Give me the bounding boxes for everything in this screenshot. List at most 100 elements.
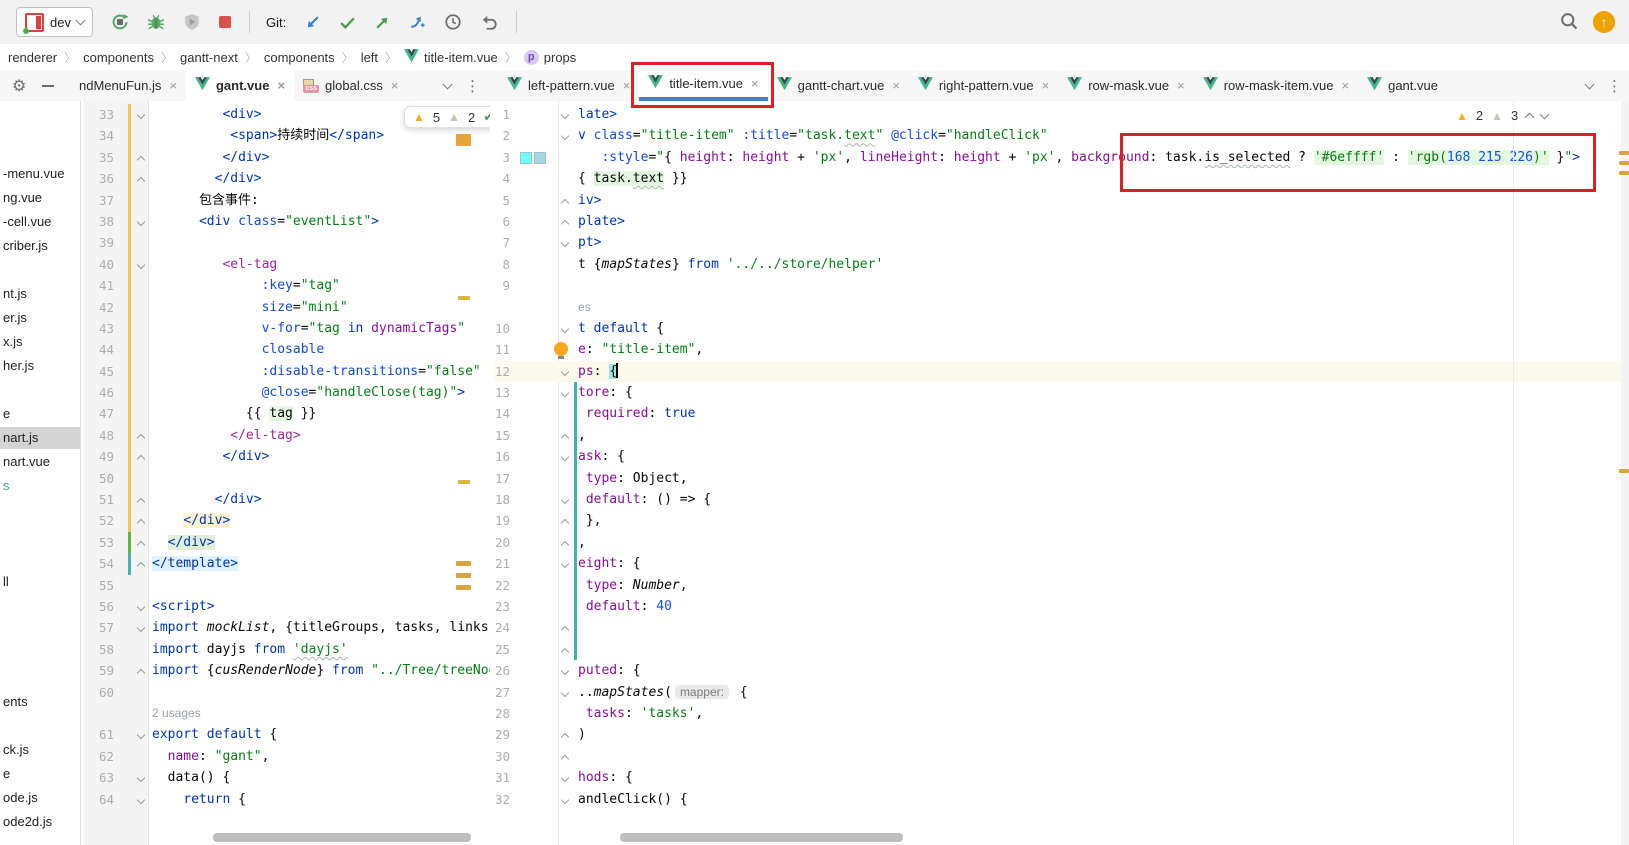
fold-icon[interactable] [136, 211, 148, 232]
project-tree-item[interactable]: ng.vue [0, 187, 81, 209]
breadcrumb-item[interactable]: renderer [4, 50, 61, 65]
tab-row-mask.vue[interactable]: row-mask.vue× [1058, 70, 1194, 101]
breadcrumb-item[interactable]: components [260, 50, 339, 65]
fold-icon[interactable] [136, 168, 148, 189]
project-tree-item[interactable]: her.js [0, 355, 81, 377]
fold-icon[interactable] [560, 190, 572, 211]
tab-ndMenuFun.js[interactable]: ndMenuFun.js× [70, 70, 186, 101]
close-icon[interactable]: × [1042, 78, 1050, 93]
close-icon[interactable]: × [391, 78, 399, 93]
fold-icon[interactable] [560, 446, 572, 467]
fold-icon[interactable] [136, 489, 148, 510]
kebab-menu-icon[interactable]: ⋮ [465, 77, 480, 95]
history-icon[interactable] [444, 13, 462, 31]
fold-icon[interactable] [560, 510, 572, 531]
tab-title-item.vue[interactable]: title-item.vue× [639, 70, 767, 101]
fold-icon[interactable] [560, 746, 572, 767]
fold-icon[interactable] [136, 553, 148, 574]
tab-row-mask-item.vue[interactable]: row-mask-item.vue× [1194, 70, 1358, 101]
fold-icon[interactable] [136, 104, 148, 125]
breadcrumb-item[interactable]: gantt-next [176, 50, 242, 65]
fold-icon[interactable] [560, 232, 572, 253]
fold-icon[interactable] [136, 724, 148, 745]
breadcrumb-item[interactable]: left [357, 50, 382, 65]
hide-panel-icon[interactable] [42, 85, 54, 87]
project-tree-item[interactable]: ode2d.js [0, 811, 81, 833]
color-swatch[interactable] [520, 152, 532, 164]
inspections-widget[interactable]: ▲2 ▲3 [1448, 106, 1556, 125]
stripe-marker[interactable] [1619, 161, 1629, 165]
stripe-marker[interactable] [1619, 171, 1629, 175]
close-icon[interactable]: × [892, 78, 900, 93]
project-tree-item[interactable]: nart.vue [0, 451, 81, 473]
project-tree-item[interactable]: ents [0, 691, 81, 713]
close-icon[interactable]: × [1177, 78, 1185, 93]
fold-icon[interactable] [560, 211, 572, 232]
tab-gantt-chart.vue[interactable]: gantt-chart.vue× [768, 70, 909, 101]
stripe-marker[interactable] [1619, 469, 1629, 473]
close-icon[interactable]: × [623, 78, 631, 93]
tab-gant.vue[interactable]: gant.vue [1358, 70, 1447, 101]
run-with-coverage-button[interactable] [183, 13, 201, 31]
stripe-marker[interactable] [456, 573, 471, 578]
fold-icon[interactable] [560, 767, 572, 788]
breadcrumb-item[interactable]: title-item.vue [400, 49, 502, 66]
vertical-scrollbar[interactable] [1621, 101, 1629, 845]
stripe-marker[interactable] [456, 585, 471, 590]
update-notification-badge[interactable]: ↑ [1593, 11, 1615, 33]
project-tree-item[interactable]: criber.js [0, 235, 81, 257]
fold-icon[interactable] [136, 767, 148, 788]
fold-icon[interactable] [136, 446, 148, 467]
fold-icon[interactable] [560, 724, 572, 745]
fold-icon[interactable] [560, 639, 572, 660]
color-swatch[interactable] [534, 152, 546, 164]
tab-global.css[interactable]: cssglobal.css× [294, 70, 407, 101]
stop-button[interactable] [219, 16, 231, 28]
fold-icon[interactable] [560, 682, 572, 703]
fold-icon[interactable] [560, 489, 572, 510]
left-editor[interactable]: 33 <div>34 <span>持续时间</span>35 </div>36 … [84, 101, 490, 845]
git-push-button[interactable] [374, 14, 391, 31]
fold-icon[interactable] [136, 532, 148, 553]
rollback-icon[interactable] [480, 13, 498, 31]
gear-icon[interactable]: ⚙ [12, 76, 26, 96]
rerun-button[interactable] [111, 13, 129, 31]
tab-right-pattern.vue[interactable]: right-pattern.vue× [909, 70, 1058, 101]
fold-icon[interactable] [136, 617, 148, 638]
breadcrumb-item[interactable]: components [79, 50, 158, 65]
breadcrumb-item[interactable]: pprops [520, 50, 581, 65]
fold-icon[interactable] [560, 361, 572, 382]
project-tree-item[interactable]: s [0, 475, 81, 497]
project-tree-item[interactable]: nt.js [0, 283, 81, 305]
fold-icon[interactable] [136, 147, 148, 168]
project-tree-item[interactable]: x.js [0, 331, 81, 353]
git-fetch-button[interactable] [409, 14, 426, 31]
inspections-widget[interactable]: ▲5 ▲2 ✔4 [404, 106, 490, 128]
fold-icon[interactable] [136, 596, 148, 617]
project-tree-item[interactable]: -menu.vue [0, 163, 81, 185]
fold-icon[interactable] [560, 104, 572, 125]
tab-gant.vue[interactable]: gant.vue× [186, 70, 294, 101]
search-everywhere-icon[interactable] [1559, 11, 1579, 34]
fold-icon[interactable] [136, 254, 148, 275]
stripe-marker[interactable] [456, 134, 471, 146]
close-icon[interactable]: × [277, 78, 285, 93]
tab-left-pattern.vue[interactable]: left-pattern.vue× [498, 70, 639, 101]
fold-icon[interactable] [136, 510, 148, 531]
run-configuration-select[interactable]: dev [16, 7, 93, 37]
chevron-down-icon[interactable] [443, 79, 453, 89]
fold-icon[interactable] [136, 425, 148, 446]
fold-icon[interactable] [136, 660, 148, 681]
project-tree-item[interactable]: e [0, 763, 81, 785]
project-tree-item[interactable]: -cell.vue [0, 211, 81, 233]
stripe-marker[interactable] [1619, 151, 1629, 155]
project-tree-item[interactable]: ck.js [0, 739, 81, 761]
close-icon[interactable]: × [169, 78, 177, 93]
close-icon[interactable]: × [751, 76, 759, 91]
fold-icon[interactable] [560, 382, 572, 403]
project-tree-item[interactable]: e [0, 403, 81, 425]
fold-icon[interactable] [560, 789, 572, 810]
stripe-marker[interactable] [458, 296, 470, 300]
project-tree-panel[interactable]: -menu.vueng.vue-cell.vuecriber.jsnt.jser… [0, 101, 81, 845]
prev-issue-icon[interactable] [1525, 112, 1535, 122]
